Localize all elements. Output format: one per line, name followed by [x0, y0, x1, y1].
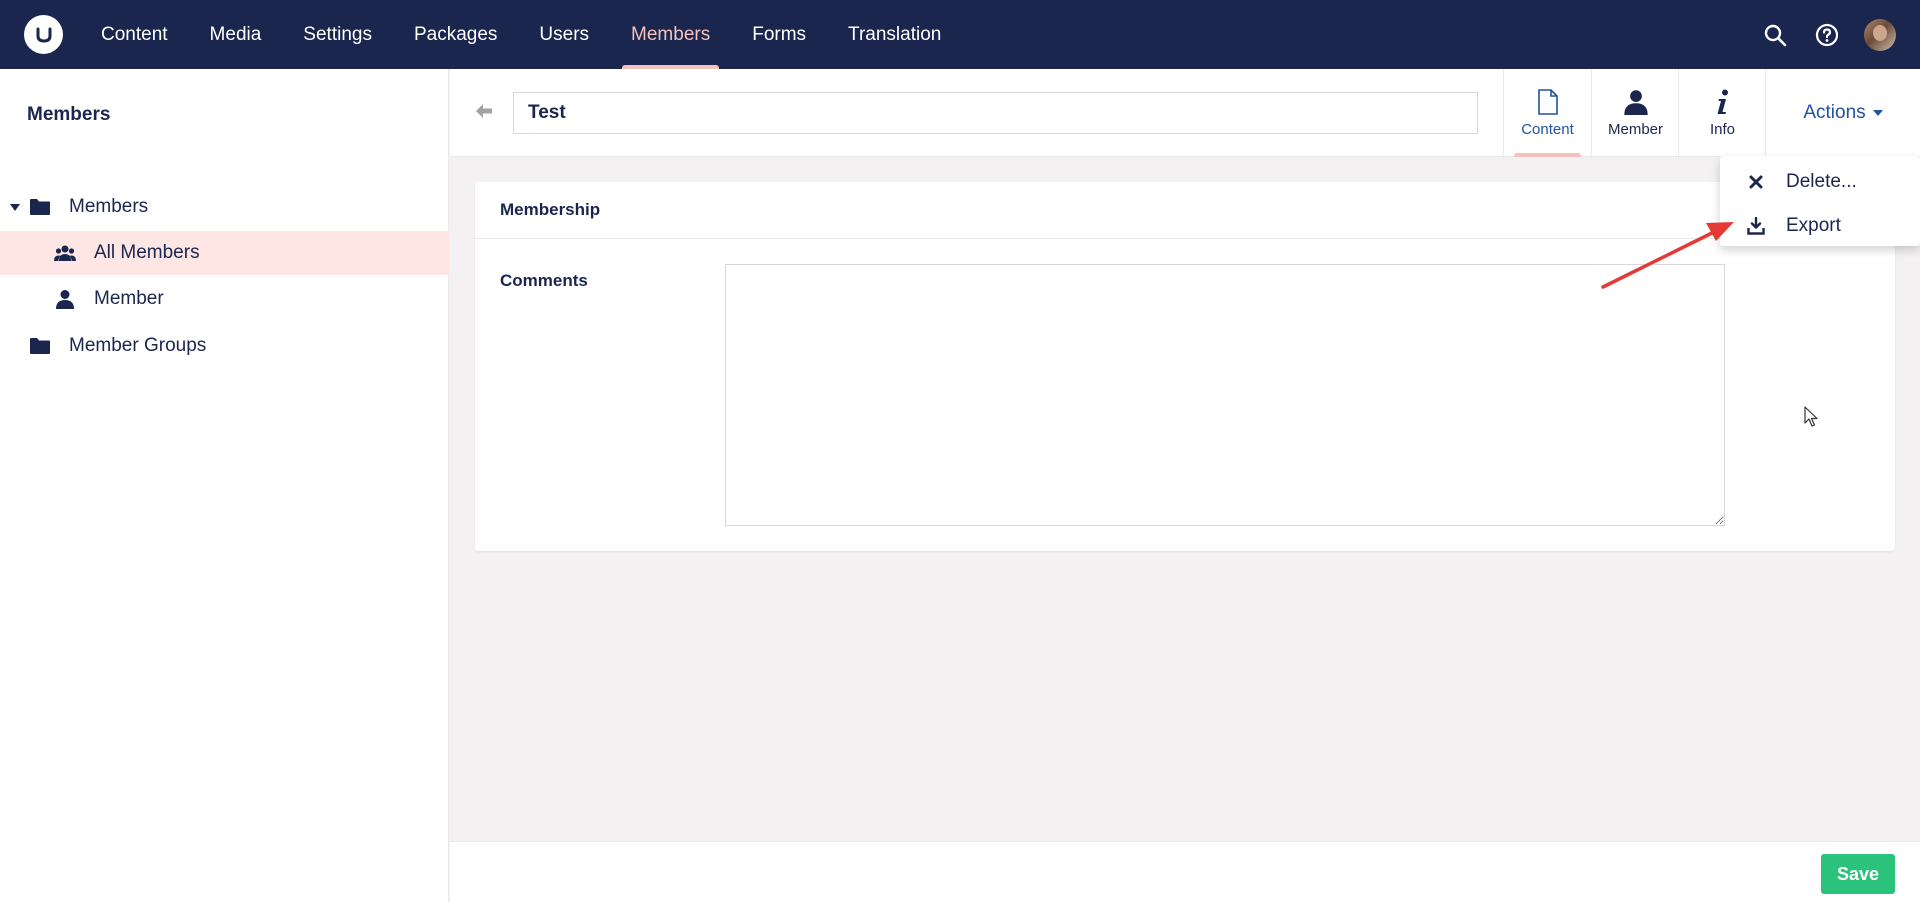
membership-panel: Membership Comments [475, 182, 1895, 551]
menu-item-delete[interactable]: Delete... [1720, 160, 1920, 204]
close-icon [1747, 173, 1765, 191]
back-arrow-icon[interactable] [474, 101, 494, 121]
tab-info[interactable]: Info [1678, 69, 1766, 157]
menu-item-label: Export [1786, 215, 1841, 236]
user-icon [53, 287, 77, 311]
folder-icon [28, 195, 52, 219]
tree-item-members[interactable]: Members [0, 185, 449, 229]
tree-item-member-groups[interactable]: Member Groups [0, 324, 449, 368]
info-icon [1717, 89, 1728, 114]
comments-textarea[interactable] [725, 264, 1725, 526]
tree-item-label: All Members [94, 242, 200, 263]
tree-item-all-members[interactable]: All Members [0, 231, 449, 275]
sidebar: Members Members All Members Member Membe… [0, 69, 449, 902]
document-icon [1537, 88, 1558, 115]
logo-icon [36, 27, 51, 43]
member-name-input[interactable] [513, 92, 1478, 134]
sidebar-title: Members [27, 104, 111, 125]
help-icon[interactable] [1812, 20, 1842, 50]
caret-down-icon[interactable] [10, 203, 20, 211]
chevron-down-icon [1872, 110, 1883, 116]
panel-title: Membership [475, 182, 1895, 239]
nav-item-packages[interactable]: Packages [393, 0, 518, 69]
tree-item-label: Member Groups [69, 335, 207, 356]
mouse-cursor-icon [1804, 406, 1818, 427]
users-icon [53, 241, 77, 265]
tab-label: Member [1607, 120, 1663, 138]
menu-item-export[interactable]: Export [1720, 204, 1920, 248]
tab-member[interactable]: Member [1591, 69, 1679, 157]
actions-button[interactable]: Actions [1765, 69, 1920, 157]
download-icon [1747, 217, 1765, 235]
folder-icon [28, 334, 52, 358]
avatar[interactable] [1864, 18, 1896, 51]
nav-item-media[interactable]: Media [189, 0, 283, 69]
nav-item-content[interactable]: Content [80, 0, 189, 69]
tree-item-member[interactable]: Member [0, 277, 449, 321]
actions-label: Actions [1803, 102, 1866, 123]
user-icon [1623, 89, 1648, 115]
nav-item-members[interactable]: Members [610, 0, 731, 69]
actions-dropdown: Delete... Export [1720, 156, 1920, 246]
tree-item-label: Members [69, 196, 149, 217]
comments-label: Comments [500, 271, 588, 290]
menu-item-label: Delete... [1786, 171, 1857, 192]
nav-item-translation[interactable]: Translation [827, 0, 962, 69]
top-right-icons [1760, 0, 1896, 69]
top-navigation-bar: Content Media Settings Packages Users Me… [0, 0, 1920, 69]
tree-item-label: Member [94, 288, 164, 309]
search-icon[interactable] [1760, 20, 1790, 50]
umbraco-logo[interactable] [24, 15, 63, 54]
save-button[interactable]: Save [1821, 854, 1895, 894]
editor-header: Content Member Info Actions [450, 69, 1920, 157]
tab-label: Info [1709, 120, 1736, 138]
editor-footer: Save [450, 841, 1920, 902]
nav-item-forms[interactable]: Forms [731, 0, 827, 69]
tab-content[interactable]: Content [1503, 69, 1591, 157]
nav-item-settings[interactable]: Settings [282, 0, 393, 69]
nav-item-users[interactable]: Users [518, 0, 610, 69]
section-nav: Content Media Settings Packages Users Me… [80, 0, 962, 69]
tab-label: Content [1521, 120, 1574, 138]
